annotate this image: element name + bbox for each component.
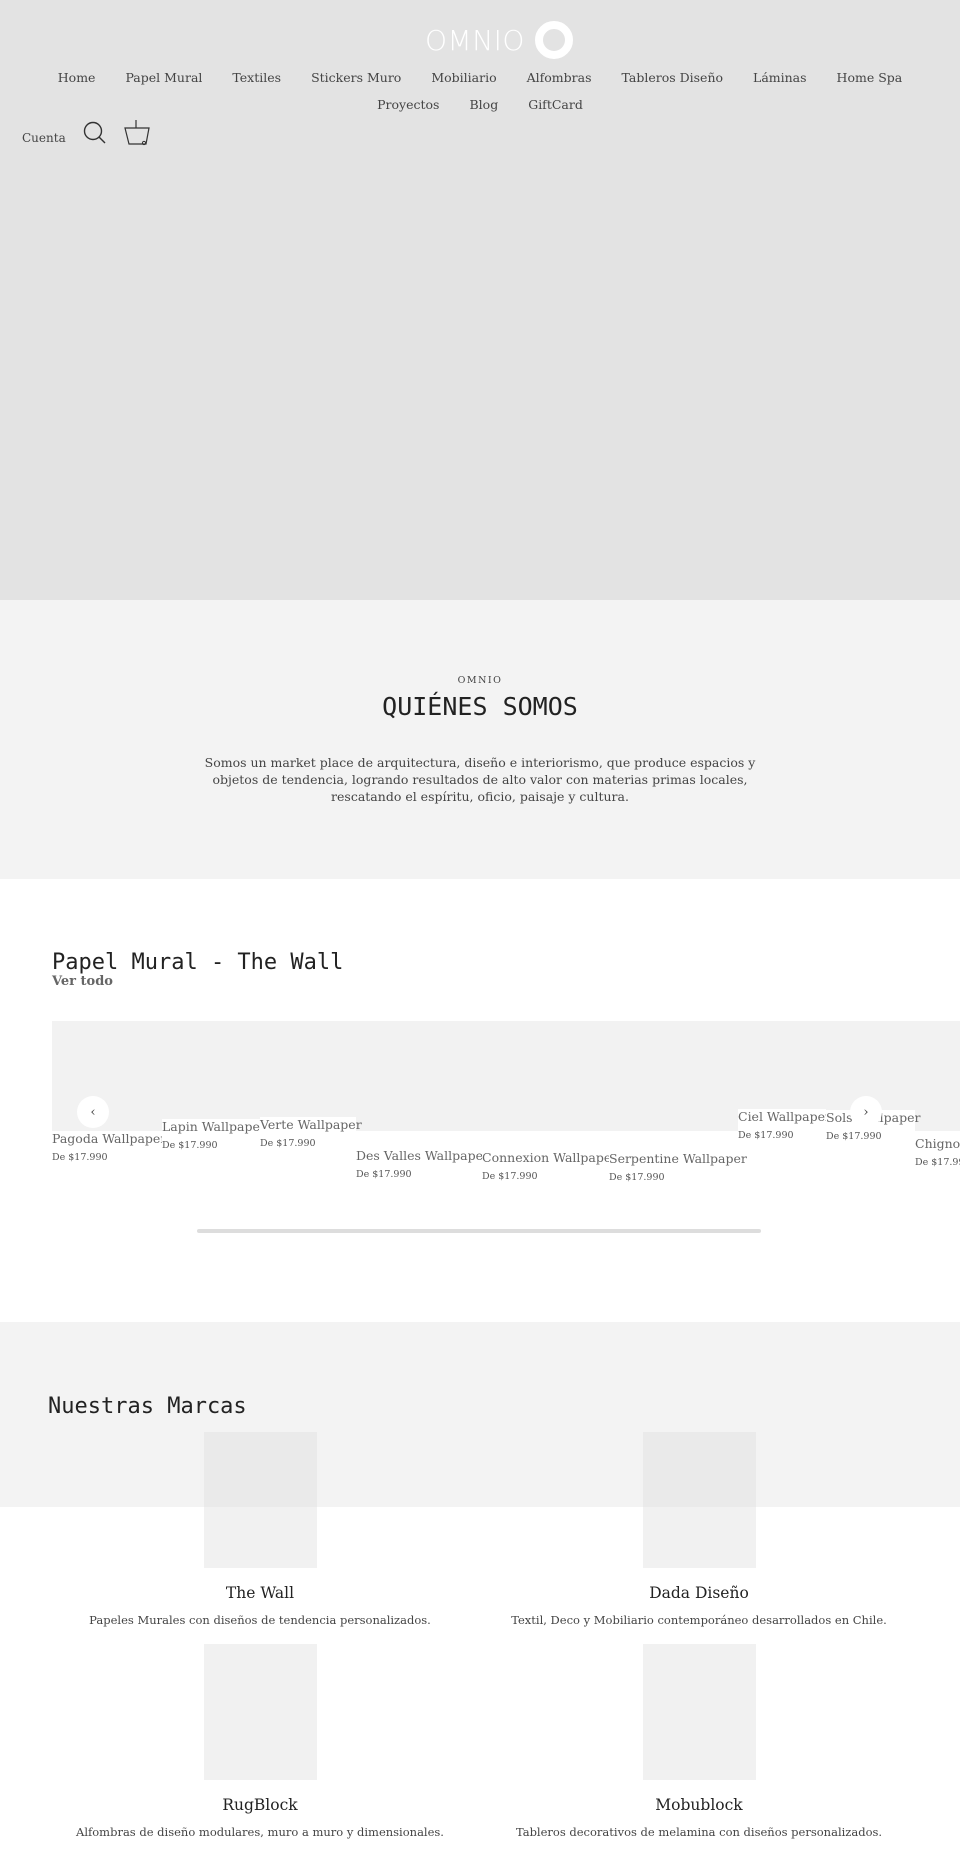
product-price: De $17.990 — [356, 1169, 412, 1180]
brand-name[interactable]: Mobublock — [459, 1796, 939, 1814]
product-card[interactable]: Chignon De $17.99 — [915, 1136, 960, 1176]
brand-name[interactable]: RugBlock — [20, 1796, 500, 1814]
product-name: Ciel Wallpaper — [738, 1109, 831, 1124]
logo-ring-icon — [534, 21, 573, 59]
brand-image-dada-diseno[interactable] — [643, 1432, 756, 1568]
product-name: Verte Wallpaper — [260, 1117, 362, 1132]
product-card[interactable]: Des Valles Wallpaper De $17.990 — [356, 1148, 489, 1188]
slider-scrollbar[interactable] — [197, 1229, 761, 1233]
chevron-right-icon: › — [863, 1104, 869, 1120]
site-logo[interactable]: OMNIO — [425, 20, 573, 60]
product-card[interactable]: Serpentine Wallpaper De $17.990 — [609, 1151, 747, 1191]
product-price: De $17.990 — [260, 1138, 316, 1149]
main-nav: Home Papel Mural Textiles Stickers Muro … — [0, 70, 960, 85]
hero-banner — [0, 0, 960, 600]
nav-item-home[interactable]: Home — [43, 70, 111, 85]
nav-item-tableros-diseno[interactable]: Tableros Diseño — [607, 70, 739, 85]
about-eyebrow: OMNIO — [457, 675, 503, 686]
main-nav-row2: Proyectos Blog GiftCard — [0, 97, 960, 112]
brand-name[interactable]: Dada Diseño — [459, 1584, 939, 1602]
nav-item-giftcard[interactable]: GiftCard — [513, 97, 598, 112]
nav-item-textiles[interactable]: Textiles — [217, 70, 296, 85]
logo-text: OMNIO — [425, 23, 525, 57]
nav-item-blog[interactable]: Blog — [454, 97, 513, 112]
brand-description: Alfombras de diseño modulares, muro a mu… — [76, 1825, 444, 1839]
brand-description: Textil, Deco y Mobiliario contemporáneo … — [511, 1613, 887, 1627]
product-price: De $17.990 — [826, 1131, 882, 1142]
product-card[interactable]: Pagoda Wallpaper De $17.990 — [52, 1131, 167, 1171]
product-card[interactable]: Connexion Wallpaper De $17.990 — [482, 1150, 618, 1190]
product-price: De $17.990 — [52, 1152, 108, 1163]
brand-description: Papeles Murales con diseños de tendencia… — [89, 1613, 431, 1627]
brand-image-mobublock[interactable] — [643, 1644, 756, 1780]
product-card[interactable]: Verte Wallpaper De $17.990 — [260, 1117, 362, 1157]
nav-item-mobiliario[interactable]: Mobiliario — [416, 70, 511, 85]
about-body: Somos un market place de arquitectura, d… — [204, 755, 756, 804]
utility-bar: Cuenta — [22, 118, 152, 148]
brand-image-rugblock[interactable] — [204, 1644, 317, 1780]
view-all-link[interactable]: Ver todo — [52, 974, 113, 989]
about-title: QUIÉNES SOMOS — [382, 692, 578, 721]
search-icon[interactable] — [82, 120, 108, 146]
product-price: De $17.990 — [738, 1130, 794, 1141]
nav-item-laminas[interactable]: Láminas — [738, 70, 822, 85]
nav-item-home-spa[interactable]: Home Spa — [822, 70, 918, 85]
product-name: Chignon — [915, 1136, 960, 1151]
chevron-left-icon: ‹ — [90, 1104, 96, 1120]
slider-prev-button[interactable]: ‹ — [77, 1096, 109, 1128]
product-price: De $17.990 — [609, 1172, 665, 1183]
about-section: OMNIO QUIÉNES SOMOS Somos un market plac… — [0, 600, 960, 879]
product-name: Des Valles Wallpaper — [356, 1148, 489, 1163]
product-price: De $17.990 — [482, 1171, 538, 1182]
brand-description: Tableros decorativos de melamina con dis… — [515, 1825, 883, 1839]
product-card[interactable]: Lapin Wallpaper De $17.990 — [162, 1119, 266, 1159]
nav-item-proyectos[interactable]: Proyectos — [362, 97, 454, 112]
product-name: Connexion Wallpaper — [482, 1150, 618, 1165]
nav-item-stickers-muro[interactable]: Stickers Muro — [296, 70, 416, 85]
product-name: Pagoda Wallpaper — [52, 1131, 167, 1146]
collection-title: Papel Mural - The Wall — [52, 950, 344, 975]
product-name: Serpentine Wallpaper — [609, 1151, 747, 1166]
slider-next-button[interactable]: › — [850, 1096, 882, 1128]
product-name: Lapin Wallpaper — [162, 1119, 266, 1134]
cart-icon[interactable] — [122, 118, 152, 148]
brands-title: Nuestras Marcas — [48, 1394, 247, 1419]
nav-item-alfombras[interactable]: Alfombras — [512, 70, 607, 85]
brand-image-the-wall[interactable] — [204, 1432, 317, 1568]
nav-item-papel-mural[interactable]: Papel Mural — [110, 70, 217, 85]
product-card[interactable]: Ciel Wallpaper De $17.990 — [738, 1109, 831, 1149]
brand-name[interactable]: The Wall — [20, 1584, 500, 1602]
product-price: De $17.99 — [915, 1157, 960, 1168]
account-link[interactable]: Cuenta — [22, 131, 66, 145]
product-price: De $17.990 — [162, 1140, 218, 1151]
